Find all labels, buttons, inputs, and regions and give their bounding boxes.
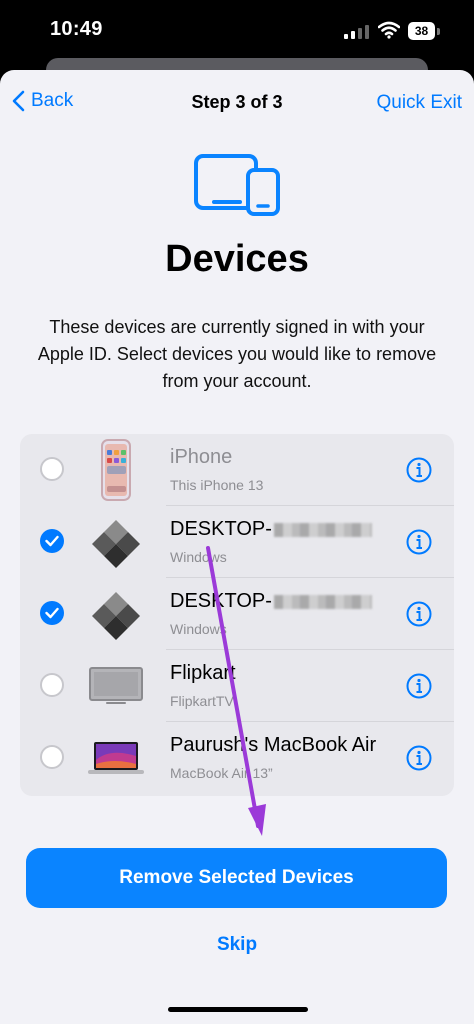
cellular-signal-icon <box>344 25 369 39</box>
device-subtitle: MacBook Air 13” <box>170 765 273 781</box>
device-name: Flipkart <box>170 662 236 684</box>
info-icon[interactable] <box>406 745 432 771</box>
devices-sheet: Back Step 3 of 3 Quick Exit Devices Thes… <box>0 70 474 1024</box>
remove-selected-devices-button[interactable]: Remove Selected Devices <box>26 848 447 908</box>
device-subtitle: Windows <box>170 549 227 565</box>
windows-icon <box>92 592 140 640</box>
devices-icon <box>194 154 280 216</box>
quick-exit-button[interactable]: Quick Exit <box>376 92 462 114</box>
device-checkbox[interactable] <box>40 457 64 481</box>
checkmark-icon <box>45 535 59 547</box>
info-icon[interactable] <box>406 601 432 627</box>
battery-nub <box>437 28 440 35</box>
checkmark-icon <box>45 607 59 619</box>
device-name-text: DESKTOP- <box>170 518 272 540</box>
device-name-text: DESKTOP- <box>170 590 272 612</box>
battery-level: 38 <box>414 24 429 38</box>
tv-icon <box>89 667 143 704</box>
redacted-text <box>273 594 372 609</box>
redacted-text <box>273 522 372 537</box>
status-bar: 10:49 38 <box>0 0 474 62</box>
device-name: Paurush's MacBook Air <box>170 734 377 756</box>
device-subtitle: Windows <box>170 621 227 637</box>
windows-icon <box>92 520 140 568</box>
device-row-flipkart[interactable]: Flipkart FlipkartTV <box>20 650 454 722</box>
device-name: DESKTOP- <box>170 518 372 541</box>
macbook-icon <box>88 742 144 774</box>
info-icon[interactable] <box>406 673 432 699</box>
device-checkbox[interactable] <box>40 529 64 553</box>
wifi-icon <box>378 21 400 39</box>
device-row-desktop-1[interactable]: DESKTOP- Windows <box>20 506 454 578</box>
device-row-desktop-2[interactable]: DESKTOP- Windows <box>20 578 454 650</box>
device-name: iPhone <box>170 446 233 468</box>
info-icon[interactable] <box>406 529 432 555</box>
device-name: DESKTOP- <box>170 590 372 613</box>
page-description: These devices are currently signed in wi… <box>37 317 437 391</box>
device-checkbox[interactable] <box>40 601 64 625</box>
home-indicator <box>168 1007 308 1012</box>
battery-icon: 38 <box>408 22 435 40</box>
iphone-icon <box>101 439 131 501</box>
device-subtitle: FlipkartTV <box>170 693 234 709</box>
skip-button[interactable]: Skip <box>0 934 474 956</box>
status-time: 10:49 <box>50 18 103 40</box>
info-icon[interactable] <box>406 457 432 483</box>
page-heading: Devices <box>165 238 309 280</box>
device-row-iphone[interactable]: iPhone This iPhone 13 <box>20 434 454 506</box>
device-row-macbook[interactable]: Paurush's MacBook Air MacBook Air 13” <box>20 722 454 794</box>
device-list: iPhone This iPhone 13 DESKTOP- Windows D… <box>20 434 454 796</box>
device-subtitle: This iPhone 13 <box>170 477 264 493</box>
device-checkbox[interactable] <box>40 745 64 769</box>
device-checkbox[interactable] <box>40 673 64 697</box>
